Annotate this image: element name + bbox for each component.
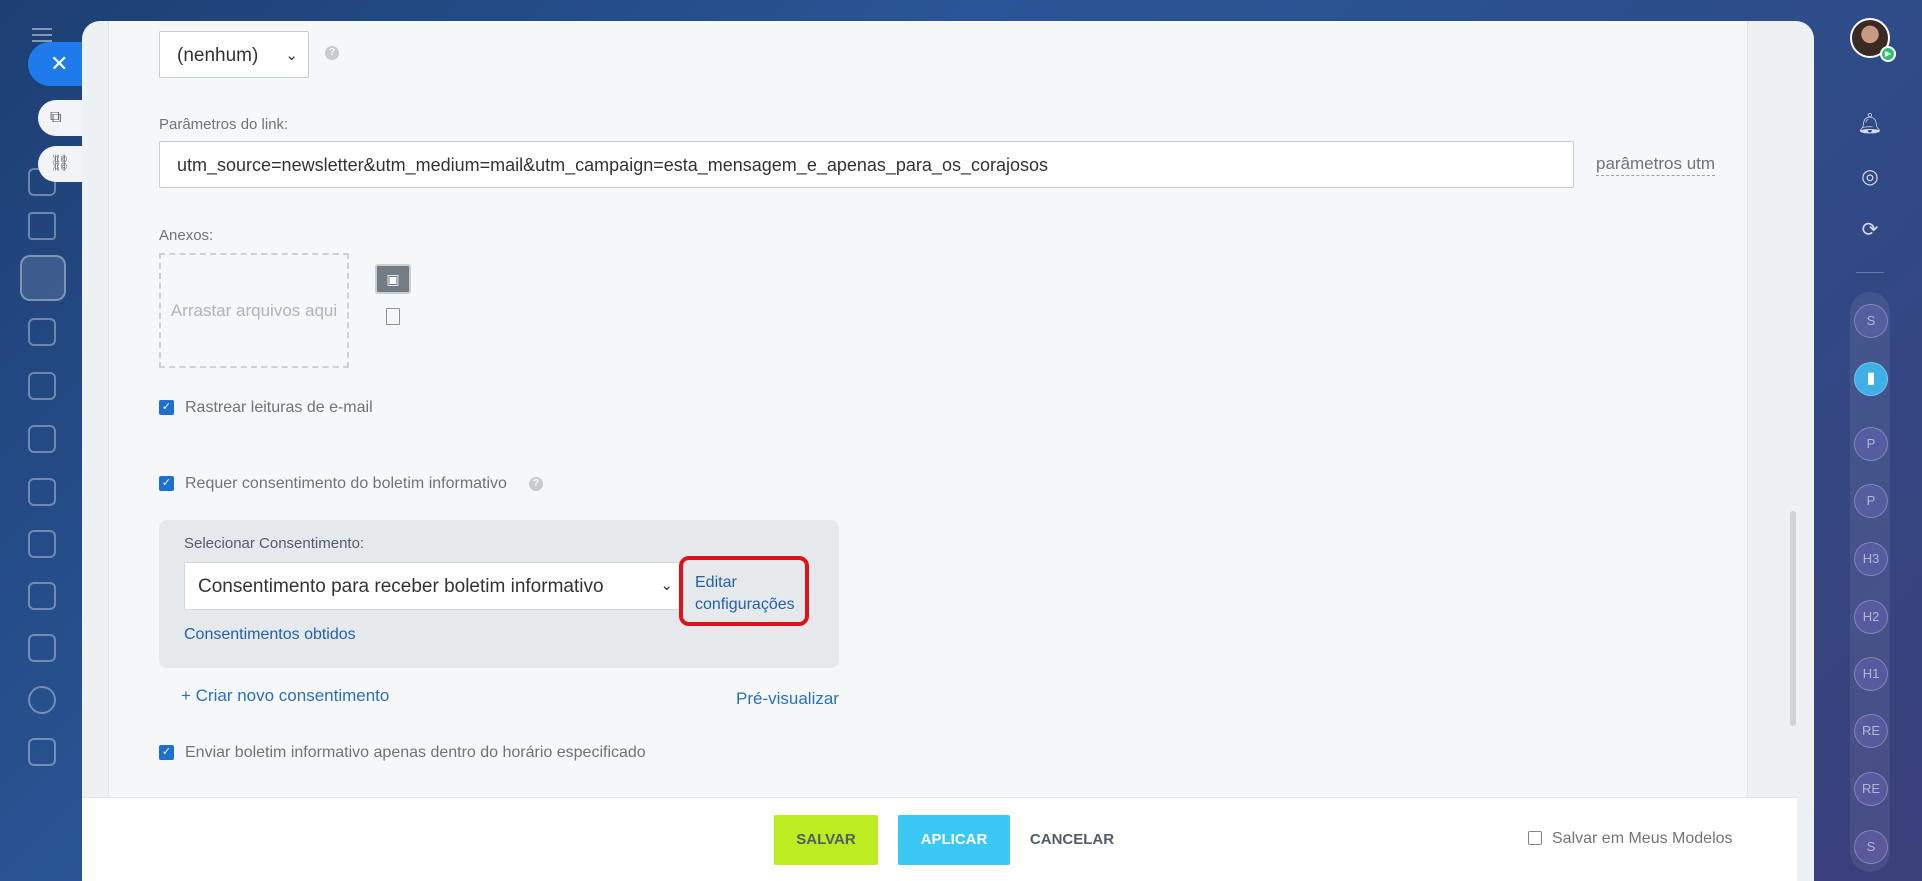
building-icon[interactable] bbox=[28, 530, 56, 558]
preview-link[interactable]: Pré-visualizar bbox=[736, 689, 839, 709]
help-icon[interactable]: ? bbox=[529, 477, 543, 491]
require-consent-checkbox[interactable]: ✓ bbox=[159, 476, 174, 491]
cart-icon[interactable] bbox=[28, 318, 56, 346]
link-params-label: Parâmetros do link: bbox=[159, 116, 289, 133]
send-in-hours-label: Enviar boletim informativo apenas dentro… bbox=[185, 744, 646, 761]
robot-icon[interactable] bbox=[28, 425, 56, 453]
chat-avatar[interactable]: S bbox=[1854, 304, 1888, 338]
obtained-consents-link[interactable]: Consentimentos obtidos bbox=[184, 626, 356, 644]
cancel-button[interactable]: CANCELAR bbox=[1027, 815, 1117, 865]
chat-avatar[interactable]: RE bbox=[1854, 714, 1888, 748]
chat-avatar[interactable]: H1 bbox=[1854, 657, 1888, 691]
close-icon[interactable]: ✕ bbox=[28, 42, 88, 86]
menu-icon[interactable] bbox=[32, 28, 52, 42]
file-dropzone[interactable]: Arrastar arquivos aqui bbox=[159, 253, 349, 368]
form-content: (nenhum) ⌄ ? Parâmetros do link: utm_sou… bbox=[108, 21, 1748, 841]
sender-select-value: (nenhum) bbox=[177, 45, 259, 66]
select-consent-label: Selecionar Consentimento: bbox=[184, 535, 365, 552]
save-button[interactable]: SALVAR bbox=[774, 815, 878, 865]
edit-settings-line2: configurações bbox=[695, 596, 795, 613]
chat-avatar[interactable]: S bbox=[1854, 830, 1888, 864]
chat-avatar[interactable]: H3 bbox=[1854, 542, 1888, 576]
edit-settings-link[interactable]: Editar configurações bbox=[679, 556, 809, 626]
send-in-hours-checkbox[interactable]: ✓ bbox=[159, 745, 174, 760]
chat-avatar[interactable]: RE bbox=[1854, 772, 1888, 806]
analytics-icon[interactable] bbox=[28, 634, 56, 662]
track-reads-label: Rastrear leituras de e-mail bbox=[185, 399, 373, 416]
document-icon[interactable] bbox=[28, 738, 56, 766]
track-reads-checkbox[interactable]: ✓ bbox=[159, 400, 174, 415]
chat-avatar[interactable]: P bbox=[1854, 427, 1888, 461]
chat-avatar[interactable]: H2 bbox=[1854, 600, 1888, 634]
target-icon[interactable]: ◎ bbox=[1856, 163, 1884, 191]
create-consent-link[interactable]: + Criar novo consentimento bbox=[181, 686, 389, 706]
attachments-label: Anexos: bbox=[159, 227, 214, 244]
link-params-input[interactable]: utm_source=newsletter&utm_medium=mail&ut… bbox=[159, 141, 1574, 188]
consent-select[interactable]: Consentimento para receber boletim infor… bbox=[184, 562, 684, 610]
chevron-down-icon: ⌄ bbox=[285, 47, 298, 64]
copy-link-icon[interactable]: ⛓ bbox=[38, 146, 88, 182]
calendar-icon[interactable] bbox=[28, 582, 56, 610]
edit-settings-line1: Editar bbox=[695, 574, 737, 591]
require-consent-label: Requer consentimento do boletim informat… bbox=[185, 475, 507, 492]
scrollbar[interactable] bbox=[1790, 511, 1796, 726]
chat-avatar[interactable]: P bbox=[1854, 484, 1888, 518]
right-sidebar: ▶ 🔔︎ ◎ ⟳ S ▮ P P H3 H2 H1 RE RE S bbox=[1812, 0, 1922, 881]
settings-icon[interactable] bbox=[28, 686, 56, 714]
divider bbox=[1856, 272, 1884, 273]
box-icon[interactable] bbox=[28, 478, 56, 506]
open-external-icon[interactable]: ⧉ bbox=[38, 100, 88, 136]
bookmark-icon[interactable]: ▮ bbox=[1854, 362, 1888, 396]
save-template-checkbox[interactable] bbox=[1528, 831, 1542, 845]
utm-params-link[interactable]: parâmetros utm bbox=[1596, 154, 1716, 176]
sender-select[interactable]: (nenhum) ⌄ bbox=[159, 31, 309, 78]
card-icon[interactable] bbox=[28, 372, 56, 400]
image-icon[interactable]: ▣ bbox=[375, 264, 411, 294]
online-status-icon: ▶ bbox=[1880, 46, 1896, 62]
marketing-icon[interactable] bbox=[20, 255, 66, 301]
apply-button[interactable]: APLICAR bbox=[898, 815, 1010, 865]
consent-box: Selecionar Consentimento: Consentimento … bbox=[159, 520, 839, 668]
newsletter-settings-panel: (nenhum) ⌄ ? Parâmetros do link: utm_sou… bbox=[82, 21, 1814, 881]
help-icon[interactable]: ? bbox=[325, 46, 339, 60]
sync-search-icon[interactable]: ⟳ bbox=[1856, 216, 1884, 244]
file-icon[interactable] bbox=[386, 308, 400, 325]
bell-icon[interactable]: 🔔︎ bbox=[1856, 110, 1884, 138]
filter-icon[interactable] bbox=[28, 212, 56, 240]
consent-select-value: Consentimento para receber boletim infor… bbox=[198, 576, 604, 597]
save-template-label: Salvar em Meus Modelos bbox=[1552, 830, 1733, 847]
chevron-down-icon: ⌄ bbox=[660, 577, 673, 594]
action-footer: SALVAR APLICAR CANCELAR Salvar em Meus M… bbox=[82, 797, 1797, 881]
